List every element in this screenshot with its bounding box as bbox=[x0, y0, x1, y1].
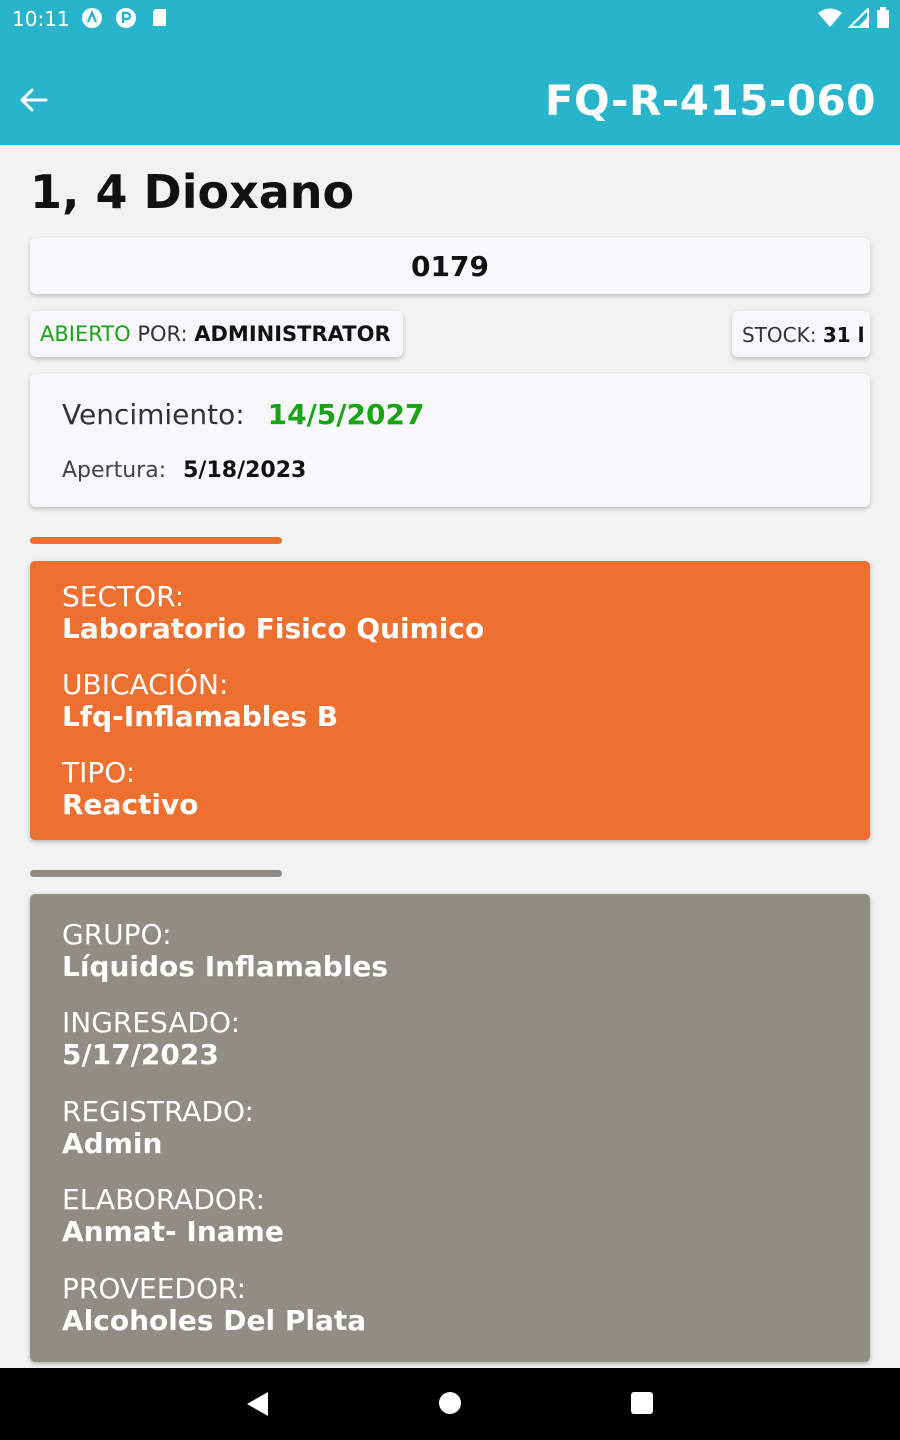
back-triangle-icon bbox=[247, 1392, 268, 1416]
manufacturer-field: ELABORADOR: Anmat- Iname bbox=[62, 1184, 284, 1248]
wifi-icon bbox=[818, 8, 842, 32]
signal-icon bbox=[847, 6, 870, 32]
opened-by-chip: ABIERTO POR: ADMINISTRATOR bbox=[30, 311, 403, 357]
status-notification-icons bbox=[80, 6, 172, 30]
status-bar: 10:11 bbox=[0, 0, 900, 40]
entered-label: INGRESADO: bbox=[62, 1006, 241, 1039]
registered-label: REGISTRADO: bbox=[62, 1095, 254, 1128]
registered-value: Admin bbox=[62, 1127, 163, 1160]
type-field: TIPO: Reactivo bbox=[62, 757, 199, 821]
opening-date: 5/18/2023 bbox=[183, 458, 307, 483]
manufacturer-value: Anmat- Iname bbox=[62, 1215, 284, 1248]
entered-field: INGRESADO: 5/17/2023 bbox=[62, 1007, 240, 1071]
details-section: GRUPO: Líquidos Inflamables INGRESADO: 5… bbox=[30, 894, 870, 1362]
sector-label: SECTOR: bbox=[62, 580, 185, 613]
arrow-left-icon bbox=[20, 88, 48, 112]
opening-label: Apertura: bbox=[62, 458, 167, 483]
record-code-title: FQ-R-415-060 bbox=[544, 76, 876, 125]
location-field: UBICACIÓN: Lfq-Inflamables B bbox=[62, 669, 338, 733]
supplier-field: PROVEEDOR: Alcoholes Del Plata bbox=[62, 1273, 366, 1337]
sector-field: SECTOR: Laboratorio Fisico Quimico bbox=[62, 581, 484, 645]
product-code: 0179 bbox=[411, 250, 489, 283]
product-name: 1, 4 Dioxano bbox=[30, 165, 355, 219]
system-nav-bar bbox=[0, 1368, 900, 1440]
expiry-label: Vencimiento: bbox=[62, 398, 245, 431]
nav-back-button[interactable] bbox=[244, 1390, 270, 1418]
location-section: SECTOR: Laboratorio Fisico Quimico UBICA… bbox=[30, 561, 870, 840]
expiry-date: 14/5/2027 bbox=[267, 398, 425, 431]
supplier-label: PROVEEDOR: bbox=[62, 1272, 247, 1305]
a-app-icon bbox=[80, 6, 104, 30]
group-field: GRUPO: Líquidos Inflamables bbox=[62, 919, 388, 983]
app-bar: FQ-R-415-060 bbox=[0, 40, 900, 145]
stock-value: 31 l bbox=[822, 323, 865, 347]
type-value: Reactivo bbox=[62, 788, 199, 821]
type-label: TIPO: bbox=[62, 756, 136, 789]
orange-section-divider bbox=[30, 537, 282, 544]
home-circle-icon[interactable] bbox=[439, 1392, 461, 1414]
open-status: ABIERTO bbox=[40, 322, 131, 346]
sd-card-icon bbox=[148, 6, 172, 30]
dates-card: Vencimiento: 14/5/2027 Apertura: 5/18/20… bbox=[30, 374, 870, 507]
status-time: 10:11 bbox=[12, 7, 70, 31]
stock-chip: STOCK: 31 l bbox=[732, 311, 870, 357]
status-system-icons bbox=[818, 6, 890, 33]
registered-field: REGISTRADO: Admin bbox=[62, 1096, 254, 1160]
location-value: Lfq-Inflamables B bbox=[62, 700, 339, 733]
stock-label: STOCK: bbox=[742, 323, 817, 347]
recents-square-icon[interactable] bbox=[631, 1392, 653, 1414]
opened-by-user: ADMINISTRATOR bbox=[194, 322, 391, 346]
product-code-card: 0179 bbox=[30, 238, 870, 294]
location-label: UBICACIÓN: bbox=[62, 668, 229, 701]
sector-value: Laboratorio Fisico Quimico bbox=[62, 612, 485, 645]
group-label: GRUPO: bbox=[62, 918, 172, 951]
battery-icon bbox=[876, 7, 890, 33]
entered-value: 5/17/2023 bbox=[62, 1038, 219, 1071]
supplier-value: Alcoholes Del Plata bbox=[62, 1304, 367, 1337]
p-app-icon bbox=[114, 6, 138, 30]
back-button[interactable] bbox=[16, 82, 52, 118]
gray-section-divider bbox=[30, 870, 282, 877]
opened-by-label: POR: bbox=[137, 322, 188, 346]
manufacturer-label: ELABORADOR: bbox=[62, 1183, 265, 1216]
group-value: Líquidos Inflamables bbox=[62, 950, 389, 983]
